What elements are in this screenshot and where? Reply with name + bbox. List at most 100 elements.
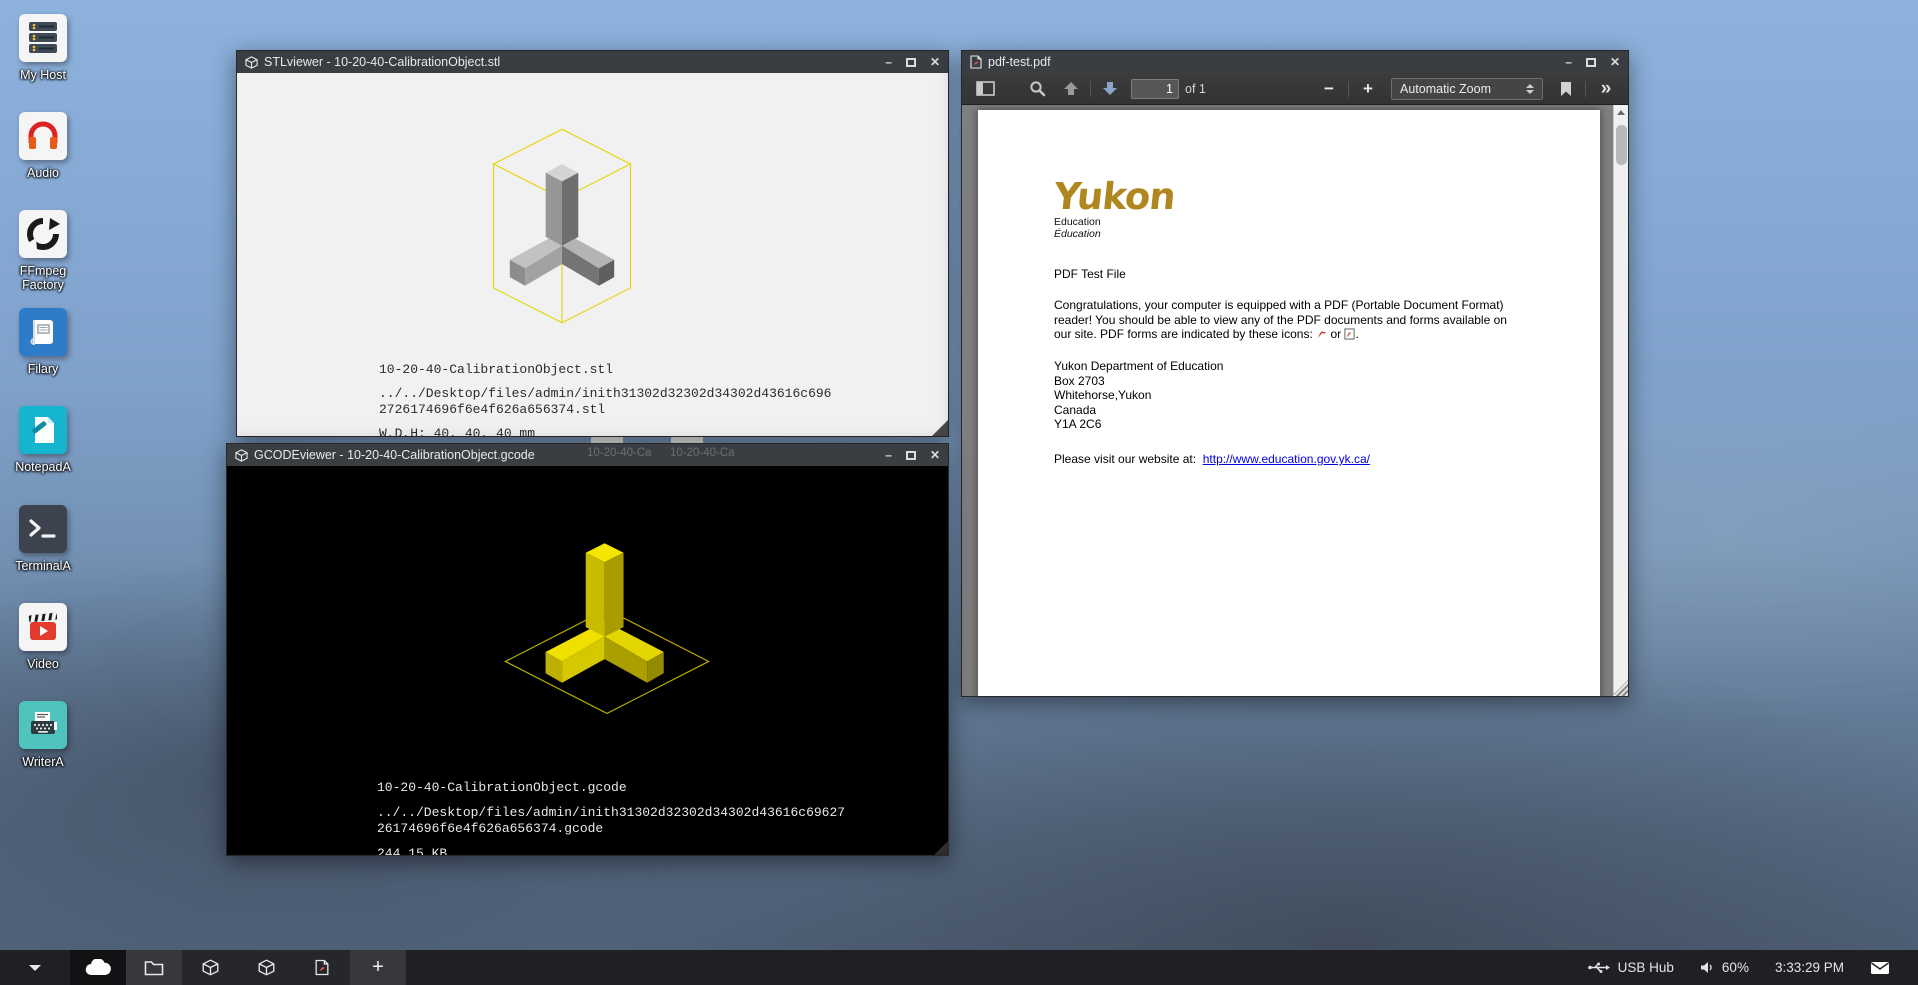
next-page-button[interactable]: [1097, 76, 1123, 102]
desktop-icon-label: TerminalA: [10, 560, 76, 574]
maximize-button[interactable]: [906, 451, 916, 460]
stl-viewport[interactable]: 10-20-40-CalibrationObject.stl ../../Des…: [237, 73, 948, 436]
para-line3: our site. PDF forms are indicated by the…: [1054, 327, 1313, 341]
window-title: STLviewer - 10-20-40-CalibrationObject.s…: [264, 55, 871, 69]
gcode-filesize: 244.15 KB: [377, 847, 845, 855]
notifications[interactable]: [1870, 961, 1890, 975]
desktop-icon-label: NotepadA: [10, 461, 76, 475]
pdf-paragraph: Congratulations, your computer is equipp…: [1054, 298, 1524, 342]
pdf-toolbar: of 1 − + Automatic Zoom »: [962, 73, 1628, 105]
yukon-logo-wordmark: Yukon: [1052, 180, 1176, 213]
zoom-in-button[interactable]: +: [1355, 76, 1381, 102]
gcode-viewport[interactable]: 10-20-40-CalibrationObject.gcode ../../D…: [227, 466, 948, 855]
gcode-filename: 10-20-40-CalibrationObject.gcode: [377, 781, 845, 796]
pdf-doc-icon: [1344, 328, 1355, 340]
stlviewer-titlebar[interactable]: STLviewer - 10-20-40-CalibrationObject.s…: [237, 51, 948, 73]
envelope-icon: [1870, 961, 1890, 975]
desktop-icon-label: WriterA: [10, 756, 76, 770]
desktop-icon-terminala[interactable]: TerminalA: [10, 505, 76, 574]
desktop-icon-label: Video: [10, 658, 76, 672]
desktop-icon-label: Filary: [10, 363, 76, 377]
taskbar-new-window-button[interactable]: +: [350, 950, 406, 985]
pdf-scrollbar[interactable]: [1613, 105, 1628, 696]
para-or: or: [1330, 327, 1341, 341]
desktop-icon-video[interactable]: Video: [10, 603, 76, 672]
desktop-icon-label: FFmpeg Factory: [10, 265, 76, 293]
address-line: Yukon Department of Education: [1054, 359, 1540, 374]
close-button[interactable]: ✕: [930, 56, 940, 68]
minimize-button[interactable]: –: [885, 449, 892, 461]
desktop-icon-audio[interactable]: Audio: [10, 112, 76, 181]
desktop-icon-ffmpeg-factory[interactable]: FFmpeg Factory: [10, 210, 76, 293]
pdf-titlebar[interactable]: pdf-test.pdf – ✕: [962, 51, 1628, 73]
address-line: Canada: [1054, 403, 1540, 418]
page-number-input[interactable]: [1131, 79, 1179, 99]
zoom-select-value: Automatic Zoom: [1400, 82, 1491, 96]
desktop-icon-notepada[interactable]: NotepadA: [10, 406, 76, 475]
desktop-icon-writera[interactable]: WriterA: [10, 701, 76, 770]
stl-model: [452, 101, 672, 351]
taskbar-pdf-button[interactable]: [294, 950, 350, 985]
gcode-file-info: 10-20-40-CalibrationObject.gcode ../../D…: [377, 781, 845, 855]
select-arrows-icon: [1526, 84, 1534, 94]
clock: 3:33:29 PM: [1775, 960, 1844, 975]
pdf-address-block: Yukon Department of Education Box 2703 W…: [1054, 359, 1540, 432]
close-button[interactable]: ✕: [1610, 56, 1620, 68]
bookmark-button[interactable]: [1553, 76, 1579, 102]
close-button[interactable]: ✕: [930, 449, 940, 461]
server-icon: [19, 14, 67, 62]
taskbar: + USB Hub 60% 3:33:29: [0, 950, 1918, 985]
gcodeviewer-titlebar[interactable]: GCODEviewer - 10-20-40-CalibrationObject…: [227, 444, 948, 466]
recycle-arrows-icon: [19, 210, 67, 258]
gcode-path-line2: 26174696f6e4f626a656374.gcode: [377, 822, 845, 837]
desktop-icon-filary[interactable]: Filary: [10, 308, 76, 377]
gcodeviewer-window: GCODEviewer - 10-20-40-CalibrationObject…: [226, 443, 949, 856]
taskbar-gcodeviewer-button[interactable]: [238, 950, 294, 985]
desktop-icon-label: My Host: [10, 69, 76, 83]
volume-status[interactable]: 60%: [1700, 960, 1749, 975]
resize-grip[interactable]: [934, 841, 948, 855]
headphones-icon: [19, 112, 67, 160]
taskbar-files-button[interactable]: [126, 950, 182, 985]
zoom-out-button[interactable]: −: [1316, 76, 1342, 102]
adobe-pdf-icon: [1316, 328, 1327, 340]
scrollbar-thumb[interactable]: [1616, 125, 1627, 165]
usb-status[interactable]: USB Hub: [1588, 960, 1674, 975]
stl-path-line1: ../../Desktop/files/admin/inith31302d323…: [379, 387, 831, 402]
stl-path-line2: 2726174696f6e4f626a656374.stl: [379, 403, 831, 418]
minimize-button[interactable]: –: [885, 56, 892, 68]
website-link[interactable]: http://www.education.gov.yk.ca/: [1203, 452, 1370, 466]
previous-page-button[interactable]: [1058, 76, 1084, 102]
minimize-button[interactable]: –: [1565, 56, 1572, 68]
stl-filename: 10-20-40-CalibrationObject.stl: [379, 363, 831, 378]
pdf-page: Yukon Education Éducation PDF Test File …: [978, 110, 1600, 696]
notepad-icon: [19, 406, 67, 454]
resize-grip[interactable]: [932, 420, 948, 436]
maximize-button[interactable]: [1586, 58, 1596, 67]
usb-label: USB Hub: [1618, 960, 1674, 975]
pdf-file-icon: [315, 959, 329, 976]
speaker-icon: [1700, 961, 1714, 974]
video-icon: [19, 603, 67, 651]
desktop-icon-my-host[interactable]: My Host: [10, 14, 76, 83]
maximize-button[interactable]: [906, 58, 916, 67]
stlviewer-window: STLviewer - 10-20-40-CalibrationObject.s…: [236, 50, 949, 437]
address-line: Y1A 2C6: [1054, 417, 1540, 432]
more-tools-button[interactable]: »: [1592, 76, 1618, 102]
scroll-up-arrow[interactable]: [1614, 105, 1628, 120]
taskbar-cloud-button[interactable]: [70, 950, 126, 985]
window-title: GCODEviewer - 10-20-40-CalibrationObject…: [254, 448, 871, 462]
search-button[interactable]: [1024, 76, 1050, 102]
para-line1: Congratulations, your computer is equipp…: [1054, 298, 1504, 312]
logo-education-fr: Éducation: [1054, 228, 1540, 240]
volume-label: 60%: [1722, 960, 1749, 975]
sidebar-toggle-button[interactable]: [972, 76, 998, 102]
taskbar-stlviewer-button[interactable]: [182, 950, 238, 985]
gcode-path-line1: ../../Desktop/files/admin/inith31302d323…: [377, 806, 845, 821]
address-line: Box 2703: [1054, 374, 1540, 389]
zoom-select[interactable]: Automatic Zoom: [1391, 78, 1543, 100]
para-end: .: [1355, 327, 1358, 341]
pdf-content-area: Yukon Education Éducation PDF Test File …: [962, 105, 1628, 696]
taskbar-show-apps-chevron[interactable]: [0, 950, 70, 985]
desktop: My Host Audio FFmpeg Factory: [0, 0, 1918, 985]
